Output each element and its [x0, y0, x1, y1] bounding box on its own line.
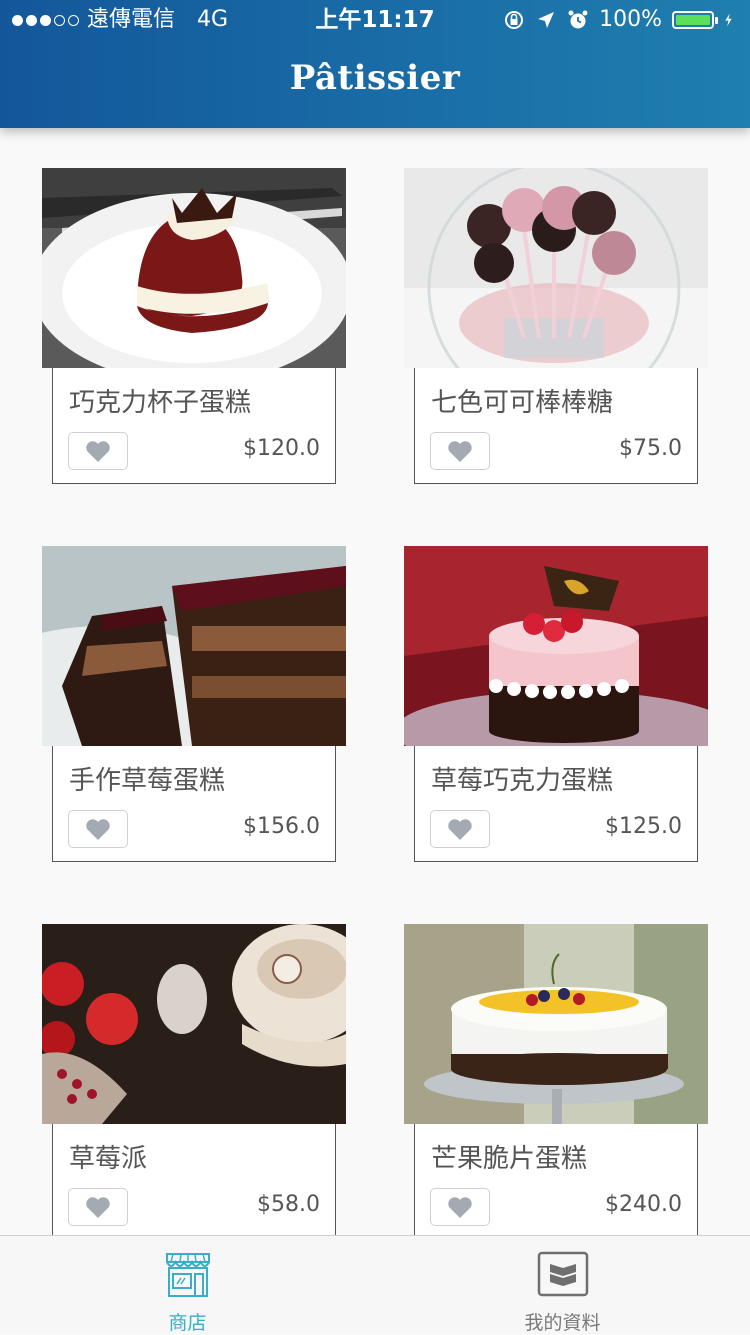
favorite-button[interactable]: [430, 432, 490, 470]
rotation-lock-icon: [505, 11, 524, 29]
favorite-button[interactable]: [68, 432, 128, 470]
product-card[interactable]: 手作草莓蛋糕 $156.0: [42, 546, 346, 862]
product-price: $58.0: [257, 1192, 320, 1217]
favorite-button[interactable]: [430, 810, 490, 848]
strawberries-tableware-photo[interactable]: [42, 924, 346, 1124]
product-grid: 巧克力杯子蛋糕 $120.0 七色可可棒棒糖 $75.0 手作草莓蛋糕 $156…: [0, 128, 750, 1235]
product-name: 手作草莓蛋糕: [69, 766, 226, 796]
product-info: 手作草莓蛋糕 $156.0: [52, 746, 336, 862]
product-info: 巧克力杯子蛋糕 $120.0: [52, 368, 336, 484]
favorite-button[interactable]: [68, 810, 128, 848]
battery-icon: [672, 11, 718, 29]
red-velvet-cupcake-photo[interactable]: [42, 168, 346, 368]
favorite-button[interactable]: [430, 1188, 490, 1226]
product-price: $156.0: [243, 814, 320, 839]
tab-bar: 商店 我的資料: [0, 1235, 750, 1334]
heart-icon: [86, 1196, 110, 1218]
product-price: $125.0: [605, 814, 682, 839]
location-arrow-icon: [538, 12, 555, 28]
chocolate-layer-cake-photo[interactable]: [42, 546, 346, 746]
product-info: 芒果脆片蛋糕 $240.0: [414, 1124, 698, 1235]
page-title: Pâtissier: [289, 58, 461, 98]
product-card[interactable]: 七色可可棒棒糖 $75.0: [404, 168, 708, 484]
mango-fruit-cake-photo[interactable]: [404, 924, 708, 1124]
tab-label: 我的資料: [524, 1312, 601, 1334]
heart-icon: [448, 818, 472, 840]
cake-pops-photo[interactable]: [404, 168, 708, 368]
favorite-button[interactable]: [68, 1188, 128, 1226]
product-name: 芒果脆片蛋糕: [431, 1144, 588, 1174]
product-name: 巧克力杯子蛋糕: [69, 388, 252, 418]
profile-book-icon: [537, 1251, 588, 1297]
product-card[interactable]: 草莓派 $58.0: [42, 924, 346, 1235]
product-name: 草莓派: [69, 1144, 148, 1174]
product-name: 七色可可棒棒糖: [431, 388, 614, 418]
heart-icon: [86, 440, 110, 462]
product-price: $120.0: [243, 436, 320, 461]
battery-percentage: 100%: [599, 7, 662, 32]
heart-icon: [448, 1196, 472, 1218]
product-card[interactable]: 草莓巧克力蛋糕 $125.0: [404, 546, 708, 862]
heart-icon: [448, 440, 472, 462]
product-price: $240.0: [605, 1192, 682, 1217]
shop-icon: [165, 1253, 210, 1297]
product-info: 草莓派 $58.0: [52, 1124, 336, 1235]
strawberry-mousse-cake-photo[interactable]: [404, 546, 708, 746]
product-card[interactable]: 巧克力杯子蛋糕 $120.0: [42, 168, 346, 484]
product-card[interactable]: 芒果脆片蛋糕 $240.0: [404, 924, 708, 1235]
product-info: 七色可可棒棒糖 $75.0: [414, 368, 698, 484]
product-price: $75.0: [619, 436, 682, 461]
heart-icon: [86, 818, 110, 840]
product-name: 草莓巧克力蛋糕: [431, 766, 614, 796]
product-info: 草莓巧克力蛋糕 $125.0: [414, 746, 698, 862]
charging-bolt-icon: [725, 13, 732, 27]
navigation-bar: 遠傳電信 4G 上午11:17 100% Pâtissier: [0, 0, 750, 128]
alarm-clock-icon: [568, 10, 588, 29]
tab-profile[interactable]: 我的資料: [375, 1236, 750, 1335]
tab-shop[interactable]: 商店: [0, 1236, 375, 1335]
tab-label: 商店: [168, 1312, 207, 1334]
status-bar: 遠傳電信 4G 上午11:17 100%: [0, 0, 750, 40]
